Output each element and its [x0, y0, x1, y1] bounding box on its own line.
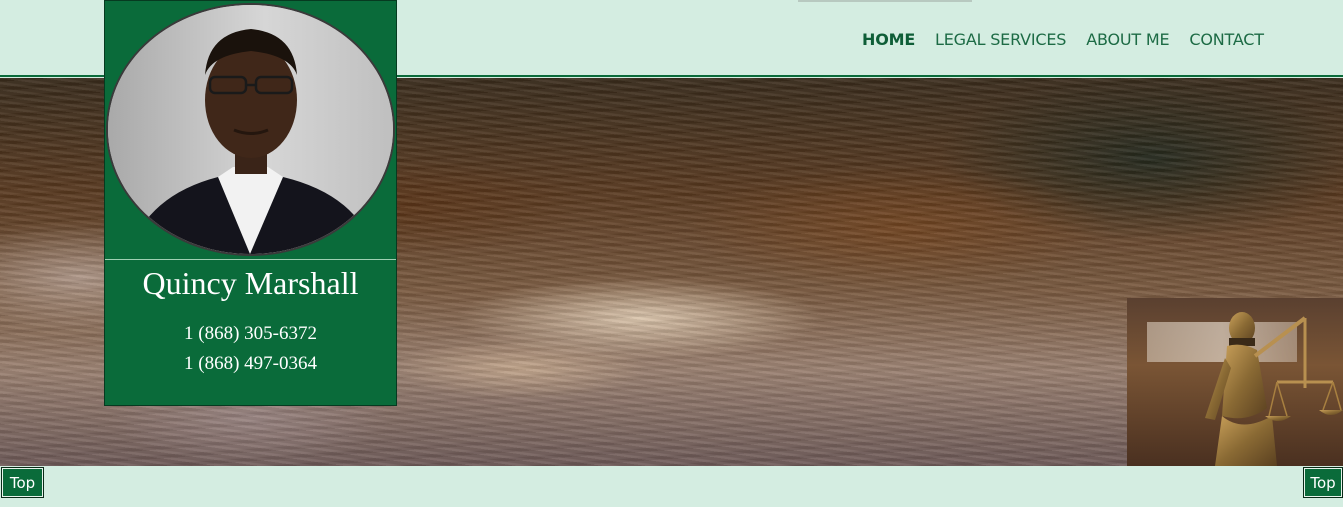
phone-number-secondary[interactable]: 1 (868) 497-0364: [105, 353, 396, 375]
scroll-top-button-right[interactable]: Top: [1303, 467, 1343, 498]
lady-justice-icon: [1205, 312, 1343, 466]
portrait-photo: [106, 3, 395, 256]
person-photo-icon: [108, 5, 393, 254]
main-nav: HOME LEGAL SERVICES ABOUT ME CONTACT: [862, 30, 1264, 49]
top-divider: [798, 0, 972, 2]
scroll-top-button-left[interactable]: Top: [1, 467, 44, 498]
nav-about-me[interactable]: ABOUT ME: [1086, 30, 1169, 49]
phone-number-primary[interactable]: 1 (868) 305-6372: [105, 323, 396, 345]
nav-contact[interactable]: CONTACT: [1189, 30, 1264, 49]
nav-home[interactable]: HOME: [862, 30, 915, 49]
nav-legal-services[interactable]: LEGAL SERVICES: [935, 30, 1066, 49]
profile-name: Quincy Marshall: [142, 265, 359, 301]
lady-justice-image: [1127, 298, 1343, 466]
profile-card: Quincy Marshall 1 (868) 305-6372 1 (868)…: [104, 0, 397, 406]
page: HOME LEGAL SERVICES ABOUT ME CONTACT Qui…: [0, 0, 1343, 507]
card-divider: [105, 259, 396, 260]
